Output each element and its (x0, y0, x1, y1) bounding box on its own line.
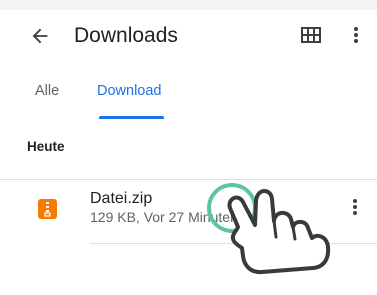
tab-download[interactable]: Download (97, 82, 162, 100)
more-vert-icon (353, 199, 357, 215)
file-name: Datei.zip (90, 190, 153, 207)
page-title: Downloads (74, 24, 178, 47)
tab-alle[interactable]: Alle (35, 82, 59, 100)
section-heading: Heute (27, 139, 65, 154)
back-button[interactable] (26, 23, 54, 49)
tab-bar: Alle Download (0, 60, 377, 180)
divider (90, 243, 377, 244)
grid-view-button[interactable] (299, 23, 323, 47)
zip-file-icon (38, 199, 57, 219)
more-vert-icon (354, 27, 358, 43)
status-bar-edge (0, 0, 377, 10)
list-item[interactable]: Datei.zip 129 KB, Vor 27 Minuten (0, 175, 377, 241)
app-bar: Downloads (0, 10, 377, 60)
arrow-back-icon (32, 28, 48, 44)
grid-view-icon (301, 27, 321, 43)
tap-indicator-circle (207, 183, 257, 233)
file-menu-button[interactable] (344, 195, 366, 219)
tab-selected-indicator (99, 116, 164, 119)
overflow-menu-button[interactable] (345, 23, 367, 47)
